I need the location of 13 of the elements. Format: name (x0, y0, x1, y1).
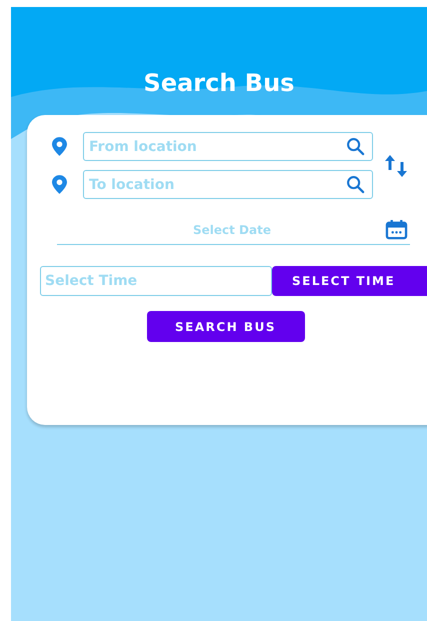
swap-icon[interactable] (383, 152, 409, 178)
location-pin-icon (52, 137, 67, 156)
date-field[interactable]: Select Date (57, 222, 385, 238)
time-field[interactable]: Select Time (40, 266, 272, 296)
calendar-icon[interactable] (385, 219, 408, 240)
search-icon[interactable] (346, 175, 365, 194)
location-field[interactable]: From location (83, 132, 373, 161)
location-field[interactable]: To location (83, 170, 373, 199)
search-bus-button[interactable]: SEARCH BUS (146, 311, 304, 342)
screen-title: Search Bus (142, 68, 296, 99)
location-pin-icon (52, 175, 67, 194)
select-time-button[interactable]: SELECT TIME (272, 266, 427, 296)
search-icon[interactable] (346, 137, 365, 156)
